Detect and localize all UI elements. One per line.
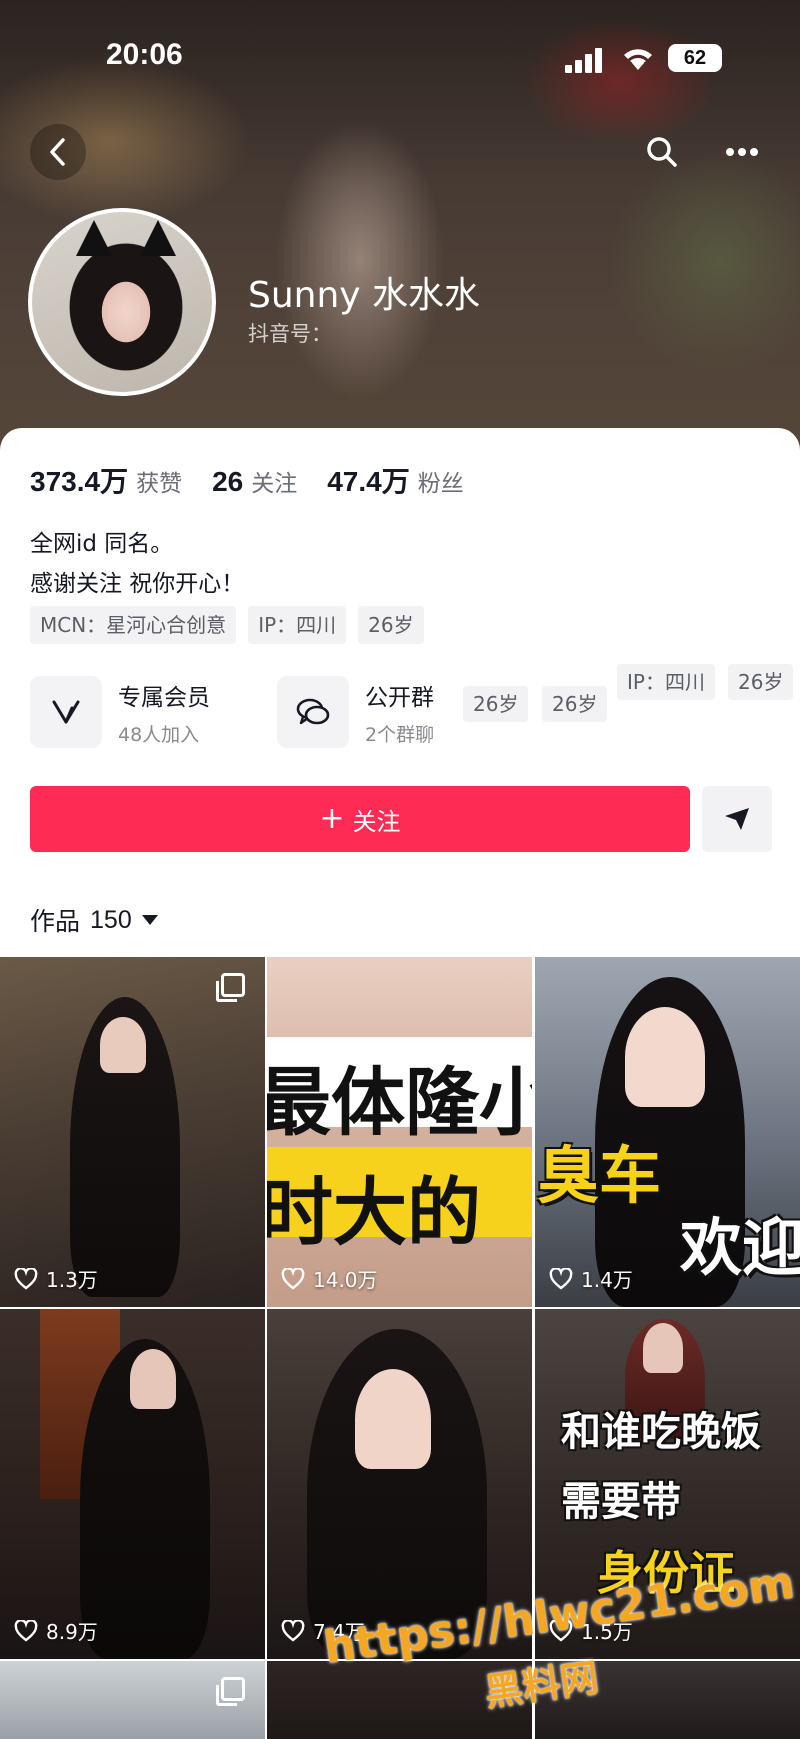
group-chat-icon (277, 676, 349, 748)
cat-ear-left (76, 220, 112, 256)
share-button[interactable] (702, 786, 772, 852)
video-thumbnail-face (100, 1017, 146, 1073)
like-count: 14.0万 (281, 1264, 378, 1293)
member-v-icon (30, 676, 102, 748)
more-button[interactable] (714, 124, 770, 180)
extra-tag: 26岁 (542, 686, 608, 722)
avatar[interactable] (28, 208, 216, 396)
video-tile[interactable]: 8.9万 (0, 1309, 265, 1659)
group-chat-subtitle: 2个群聊 (365, 723, 435, 746)
like-count-value: 14.0万 (313, 1268, 378, 1292)
wifi-icon (624, 49, 652, 70)
video-tile[interactable]: 最体隆小 时大的 14.0万 (267, 957, 532, 1307)
profile-tags: MCN：星河心合创意 IP：四川 26岁 (30, 606, 436, 644)
status-bar: 20:06 62 (0, 0, 800, 110)
works-count: 150 (90, 905, 132, 934)
stat-likes[interactable]: 373.4万 获赞 (30, 460, 182, 500)
more-icon (726, 148, 758, 156)
works-tab[interactable]: 作品 150 (30, 902, 158, 938)
bio: 全网id 同名。 感谢关注 祝你开心！ (30, 524, 244, 604)
membership-subtitle: 48人加入 (118, 723, 200, 746)
heart-icon (14, 1267, 38, 1290)
group-chat-entry[interactable]: 公开群 2个群聊 (277, 676, 434, 748)
tag-age: 26岁 (358, 606, 424, 644)
stat-value: 47.4万 (327, 466, 410, 497)
douyin-id-label: 抖音号： (248, 322, 332, 346)
battery-icon: 62 (668, 44, 722, 72)
tag-mcn[interactable]: MCN：星河心合创意 (30, 606, 237, 644)
profile-card: 373.4万 获赞 26 关注 47.4万 粉丝 全网id 同名。 感谢关注 祝… (0, 428, 800, 1739)
video-thumbnail-face (130, 1349, 176, 1409)
like-count: 1.4万 (549, 1264, 633, 1293)
video-thumbnail-face (355, 1369, 431, 1469)
like-count-value: 1.3万 (46, 1268, 98, 1292)
tag-ip: IP：四川 (248, 606, 347, 644)
video-thumbnail-face (643, 1323, 683, 1373)
stat-following[interactable]: 26 关注 (212, 464, 297, 498)
stat-label: 粉丝 (417, 471, 464, 497)
like-count: 1.3万 (14, 1264, 98, 1293)
back-icon (50, 138, 65, 166)
user-name: Sunny 水水水 (248, 275, 481, 316)
bio-line: 感谢关注 祝你开心！ (30, 571, 245, 597)
search-icon (647, 137, 677, 167)
video-caption: 时大的 (267, 1170, 481, 1256)
status-time: 20:06 (106, 38, 183, 71)
multi-image-icon (216, 973, 245, 1002)
video-tile[interactable]: 1.3万 (0, 957, 265, 1307)
heart-icon (14, 1619, 38, 1642)
extra-tag: 26岁 (463, 686, 529, 722)
stat-followers[interactable]: 47.4万 粉丝 (327, 460, 464, 500)
video-tile[interactable]: 臭车 欢迎 1.4万 (535, 957, 800, 1307)
search-button[interactable] (634, 124, 690, 180)
follow-button[interactable]: + 关注 (30, 786, 690, 852)
extra-tag: 26岁 (728, 664, 794, 700)
video-caption: 和谁吃晚饭 (561, 1409, 761, 1455)
multi-image-icon (216, 1677, 245, 1706)
group-chat-title: 公开群 (365, 684, 434, 711)
plus-icon: + (319, 801, 345, 836)
stat-label: 关注 (251, 471, 298, 497)
stat-value: 26 (212, 466, 244, 497)
stat-label: 获赞 (136, 471, 183, 497)
video-caption: 最体隆小 (267, 1060, 532, 1146)
heart-icon (549, 1267, 573, 1290)
membership-entry[interactable]: 专属会员 48人加入 (30, 676, 210, 748)
stat-value: 373.4万 (30, 466, 129, 497)
video-caption: 欢迎 (680, 1211, 800, 1284)
video-caption: 臭车 (537, 1139, 662, 1212)
signal-icon (565, 47, 609, 73)
video-thumbnail-face (625, 1007, 705, 1107)
heart-icon (281, 1267, 305, 1290)
video-tile[interactable] (0, 1661, 265, 1739)
caret-down-icon (141, 915, 158, 925)
cat-ear-right (140, 220, 176, 256)
back-button[interactable] (30, 124, 86, 180)
extra-tag: IP：四川 (617, 664, 715, 700)
profile-stats: 373.4万 获赞 26 关注 47.4万 粉丝 (30, 460, 494, 500)
heart-icon (281, 1619, 305, 1642)
like-count: 8.9万 (14, 1616, 98, 1645)
membership-title: 专属会员 (118, 684, 210, 711)
video-caption: 需要带 (561, 1479, 681, 1525)
bio-line: 全网id 同名。 (30, 531, 174, 557)
follow-label: 关注 (352, 807, 401, 836)
share-arrow-icon (725, 808, 749, 830)
like-count-value: 8.9万 (46, 1620, 98, 1644)
like-count-value: 1.4万 (581, 1268, 633, 1292)
works-label: 作品 (30, 907, 81, 936)
